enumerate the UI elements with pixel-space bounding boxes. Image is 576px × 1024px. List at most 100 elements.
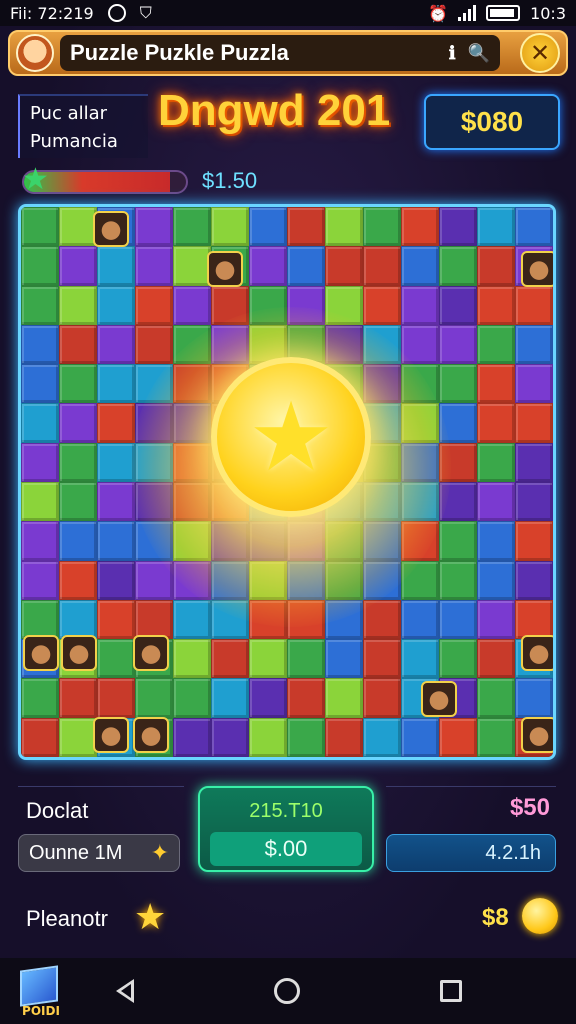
puzzle-tile[interactable]	[477, 560, 515, 600]
puzzle-tile[interactable]	[439, 599, 477, 640]
puzzle-tile[interactable]	[59, 678, 97, 718]
puzzle-tile[interactable]	[287, 678, 325, 718]
puzzle-tile[interactable]	[249, 678, 287, 718]
puzzle-tile[interactable]	[515, 364, 553, 404]
puzzle-tile[interactable]	[515, 678, 553, 718]
puzzle-tile[interactable]	[401, 285, 439, 325]
puzzle-tile[interactable]	[477, 599, 515, 640]
character-piece[interactable]	[23, 635, 59, 671]
puzzle-tile[interactable]	[59, 246, 97, 286]
left-pill-button[interactable]: Ounne 1M ✦	[18, 834, 180, 872]
puzzle-tile[interactable]	[173, 207, 211, 247]
puzzle-tile[interactable]	[135, 599, 173, 640]
character-piece[interactable]	[421, 681, 457, 717]
character-piece[interactable]	[521, 251, 553, 287]
puzzle-tile[interactable]	[21, 521, 59, 561]
home-button[interactable]	[270, 974, 304, 1008]
puzzle-tile[interactable]	[21, 717, 59, 757]
puzzle-tile[interactable]	[59, 207, 97, 247]
puzzle-tile[interactable]	[249, 639, 287, 679]
puzzle-tile[interactable]	[135, 678, 173, 718]
puzzle-tile[interactable]	[173, 639, 211, 679]
puzzle-tile[interactable]	[211, 717, 249, 757]
search-icon[interactable]: 🔍	[468, 43, 490, 64]
puzzle-tile[interactable]	[97, 678, 135, 718]
puzzle-tile[interactable]	[97, 599, 135, 640]
puzzle-tile[interactable]	[59, 285, 97, 325]
recents-button[interactable]	[434, 974, 468, 1008]
puzzle-tile[interactable]	[439, 246, 477, 286]
puzzle-tile[interactable]	[59, 364, 97, 404]
puzzle-tile[interactable]	[439, 521, 477, 561]
puzzle-tile[interactable]	[21, 324, 59, 365]
puzzle-tile[interactable]	[287, 246, 325, 286]
puzzle-tile[interactable]	[59, 442, 97, 482]
puzzle-tile[interactable]	[249, 207, 287, 247]
puzzle-tile[interactable]	[477, 678, 515, 718]
puzzle-tile[interactable]	[325, 678, 363, 718]
puzzle-tile[interactable]	[211, 207, 249, 247]
puzzle-tile[interactable]	[211, 639, 249, 679]
close-button[interactable]: ✕	[520, 33, 560, 73]
info-icon[interactable]: ℹ	[449, 43, 456, 64]
puzzle-tile[interactable]	[439, 639, 477, 679]
puzzle-tile[interactable]	[477, 364, 515, 404]
puzzle-tile[interactable]	[515, 285, 553, 325]
puzzle-tile[interactable]	[401, 717, 439, 757]
puzzle-board[interactable]: ★	[18, 204, 556, 760]
puzzle-tile[interactable]	[477, 403, 515, 443]
puzzle-tile[interactable]	[477, 246, 515, 286]
puzzle-tile[interactable]	[21, 678, 59, 718]
puzzle-tile[interactable]	[439, 364, 477, 404]
puzzle-tile[interactable]	[173, 717, 211, 757]
puzzle-tile[interactable]	[97, 560, 135, 600]
puzzle-tile[interactable]	[173, 246, 211, 286]
puzzle-tile[interactable]	[59, 324, 97, 365]
puzzle-tile[interactable]	[173, 599, 211, 640]
puzzle-tile[interactable]	[439, 717, 477, 757]
puzzle-tile[interactable]	[477, 324, 515, 365]
character-piece[interactable]	[93, 211, 129, 247]
puzzle-tile[interactable]	[21, 246, 59, 286]
character-piece[interactable]	[133, 717, 169, 753]
puzzle-tile[interactable]	[135, 285, 173, 325]
puzzle-tile[interactable]	[21, 207, 59, 247]
puzzle-tile[interactable]	[515, 560, 553, 600]
puzzle-tile[interactable]	[21, 442, 59, 482]
puzzle-tile[interactable]	[515, 207, 553, 247]
puzzle-tile[interactable]	[401, 207, 439, 247]
app-shortcut[interactable]: POIDI	[16, 964, 66, 1020]
puzzle-tile[interactable]	[97, 285, 135, 325]
puzzle-tile[interactable]	[97, 246, 135, 286]
character-piece[interactable]	[521, 717, 553, 753]
puzzle-tile[interactable]	[21, 560, 59, 600]
timer-pill[interactable]: 4.2.1h	[386, 834, 556, 872]
puzzle-tile[interactable]	[21, 481, 59, 522]
puzzle-tile[interactable]	[135, 207, 173, 247]
puzzle-tile[interactable]	[325, 246, 363, 286]
puzzle-tile[interactable]	[173, 678, 211, 718]
puzzle-tile[interactable]	[59, 560, 97, 600]
puzzle-tile[interactable]	[363, 678, 401, 718]
puzzle-tile[interactable]	[325, 717, 363, 757]
puzzle-tile[interactable]	[97, 521, 135, 561]
puzzle-tile[interactable]	[21, 599, 59, 640]
puzzle-tile[interactable]	[363, 639, 401, 679]
character-piece[interactable]	[61, 635, 97, 671]
character-piece[interactable]	[207, 251, 243, 287]
puzzle-tile[interactable]	[287, 639, 325, 679]
puzzle-tile[interactable]	[515, 599, 553, 640]
puzzle-tile[interactable]	[59, 403, 97, 443]
puzzle-tile[interactable]	[477, 717, 515, 757]
puzzle-tile[interactable]	[439, 560, 477, 600]
puzzle-tile[interactable]	[401, 246, 439, 286]
puzzle-tile[interactable]	[173, 285, 211, 325]
puzzle-tile[interactable]	[287, 207, 325, 247]
puzzle-tile[interactable]	[363, 717, 401, 757]
player-avatar[interactable]	[16, 34, 54, 72]
puzzle-tile[interactable]	[97, 481, 135, 522]
puzzle-tile[interactable]	[439, 285, 477, 325]
puzzle-tile[interactable]	[135, 324, 173, 365]
puzzle-tile[interactable]	[477, 521, 515, 561]
reward-button[interactable]: 215.T10 $.00	[198, 786, 374, 872]
